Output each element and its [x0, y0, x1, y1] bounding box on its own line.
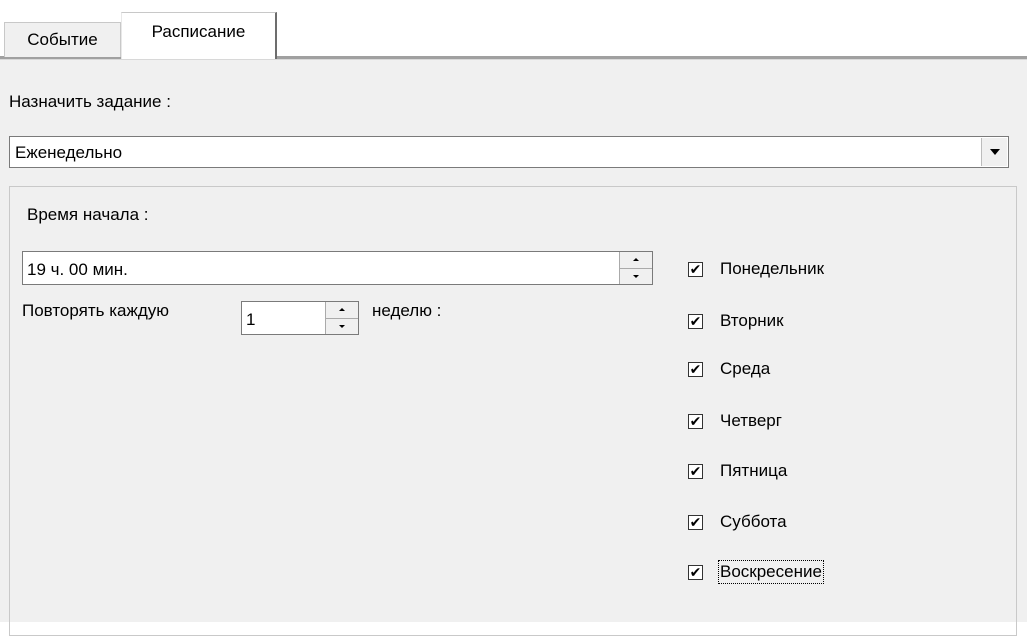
repeat-weeks-down-button[interactable] — [325, 318, 358, 334]
tab-event-label: Событие — [27, 30, 98, 49]
day-checkbox-monday[interactable]: ✔ Понедельник — [688, 256, 824, 282]
day-checkbox-friday[interactable]: ✔ Пятница — [688, 458, 787, 484]
repeat-weeks-input[interactable]: 1 — [241, 301, 359, 335]
frequency-combobox[interactable]: Еженедельно — [9, 136, 1009, 168]
arrow-down-icon — [633, 274, 639, 278]
check-icon[interactable]: ✔ — [688, 361, 703, 377]
tab-event[interactable]: Событие — [4, 22, 121, 57]
check-icon[interactable]: ✔ — [688, 514, 703, 530]
assign-task-label: Назначить задание : — [9, 92, 171, 111]
check-icon[interactable]: ✔ — [688, 313, 703, 329]
start-time-value: 19 ч. 00 мин. — [27, 260, 128, 279]
arrow-down-icon — [339, 324, 345, 328]
frequency-dropdown-button[interactable] — [981, 138, 1007, 166]
tab-schedule-label: Расписание — [151, 22, 246, 41]
day-label: Понедельник — [720, 259, 825, 278]
start-time-down-button[interactable] — [619, 268, 652, 284]
check-icon[interactable]: ✔ — [688, 564, 703, 580]
day-label: Пятница — [720, 461, 788, 480]
repeat-weeks-value: 1 — [246, 310, 256, 329]
start-time-up-button[interactable] — [619, 252, 652, 269]
day-label: Среда — [720, 359, 771, 378]
day-label: Суббота — [720, 512, 787, 531]
repeat-suffix-label: неделю : — [372, 301, 442, 320]
check-icon[interactable]: ✔ — [688, 413, 703, 429]
start-time-label: Время начала : — [27, 205, 149, 224]
day-checkbox-sunday[interactable]: ✔ Воскресение — [688, 559, 824, 585]
day-checkbox-thursday[interactable]: ✔ Четверг — [688, 408, 782, 434]
check-icon[interactable]: ✔ — [688, 463, 703, 479]
day-checkbox-wednesday[interactable]: ✔ Среда — [688, 356, 770, 382]
arrow-up-icon — [633, 258, 639, 262]
repeat-prefix-label: Повторять каждую — [22, 301, 170, 320]
chevron-down-icon — [989, 149, 1000, 155]
check-icon[interactable]: ✔ — [688, 261, 703, 277]
day-checkbox-tuesday[interactable]: ✔ Вторник — [688, 308, 784, 334]
tab-schedule[interactable]: Расписание — [121, 12, 277, 59]
repeat-weeks-spinner — [325, 302, 358, 334]
start-time-input[interactable]: 19 ч. 00 мин. — [22, 251, 653, 285]
day-label: Воскресение — [718, 560, 824, 584]
day-checkbox-saturday[interactable]: ✔ Суббота — [688, 509, 787, 535]
day-label: Четверг — [720, 411, 782, 430]
day-label: Вторник — [720, 311, 784, 330]
frequency-value: Еженедельно — [15, 143, 123, 162]
arrow-up-icon — [339, 308, 345, 312]
start-time-spinner — [619, 252, 652, 284]
tab-strip: Событие Расписание — [0, 0, 1027, 60]
repeat-weeks-up-button[interactable] — [325, 302, 358, 319]
